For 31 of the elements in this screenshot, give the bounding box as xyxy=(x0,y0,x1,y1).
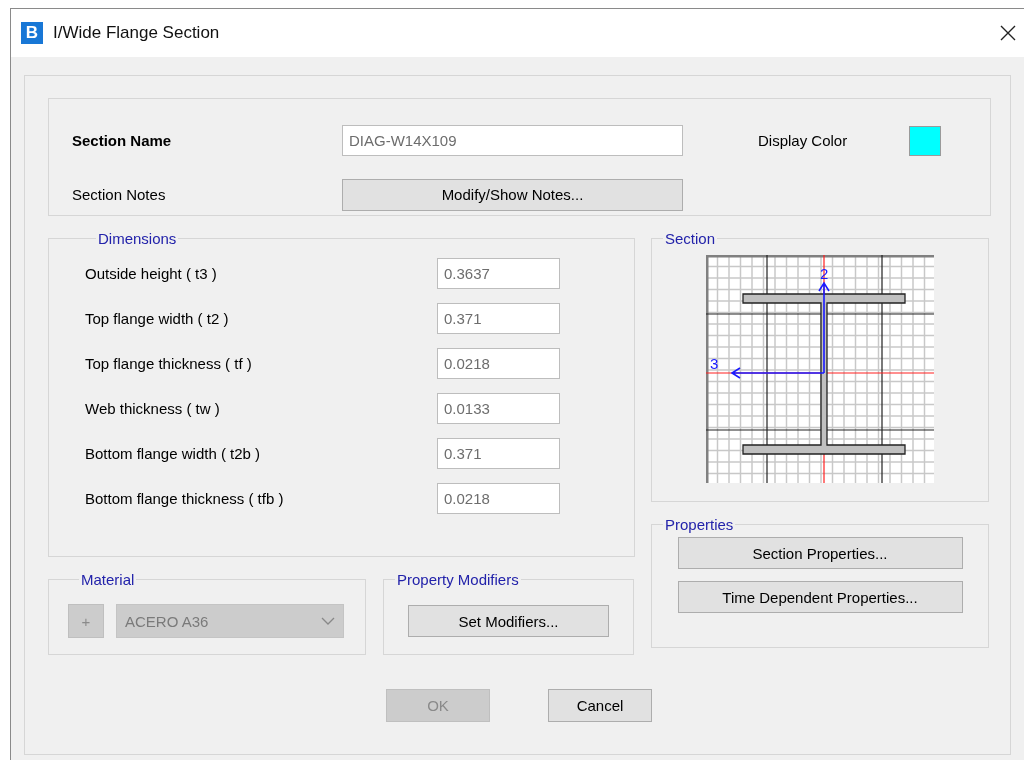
dimension-field[interactable]: 0.0218 xyxy=(437,483,560,514)
dimension-field[interactable]: 0.0133 xyxy=(437,393,560,424)
section-drawing: 2 3 xyxy=(706,255,934,483)
field-label: Display Color xyxy=(758,132,849,150)
set-modifiers-button[interactable]: Set Modifiers... xyxy=(408,605,609,637)
field-label: Top flange thickness ( tf ) xyxy=(85,355,253,372)
group-title: Dimensions xyxy=(97,230,178,247)
field-label: Bottom flange thickness ( tfb ) xyxy=(85,490,285,507)
dimension-field[interactable]: 0.3637 xyxy=(437,258,560,289)
cancel-button[interactable]: Cancel xyxy=(548,689,652,722)
window-title: I/Wide Flange Section xyxy=(53,23,220,43)
close-icon[interactable] xyxy=(1000,25,1016,41)
group-title: Properties xyxy=(664,516,735,533)
notes-button[interactable]: Modify/Show Notes... xyxy=(342,178,683,211)
properties-button[interactable]: Time Dependent Properties... xyxy=(677,581,963,613)
group-title: Section xyxy=(664,230,717,247)
group-title: Property Modifiers xyxy=(396,571,520,588)
section-name-field[interactable]: DIAG-W14X109 xyxy=(342,125,683,157)
properties-button[interactable]: Section Properties... xyxy=(677,537,963,569)
field-label: Bottom flange width ( t2b ) xyxy=(85,445,262,462)
color-swatch[interactable] xyxy=(909,125,941,156)
group-title: Material xyxy=(80,571,136,588)
app-logo: B xyxy=(21,22,43,44)
field-label: Section Name xyxy=(72,132,173,150)
field-label: Outside height ( t3 ) xyxy=(85,265,218,282)
dimension-field[interactable]: 0.0218 xyxy=(437,348,560,379)
field-label: Web thickness ( tw ) xyxy=(85,400,221,417)
field-label: Section Notes xyxy=(72,186,167,204)
field-label: Top flange width ( t2 ) xyxy=(85,310,230,327)
dimension-field[interactable]: 0.371 xyxy=(437,303,560,334)
dimension-field[interactable]: 0.371 xyxy=(437,438,560,469)
